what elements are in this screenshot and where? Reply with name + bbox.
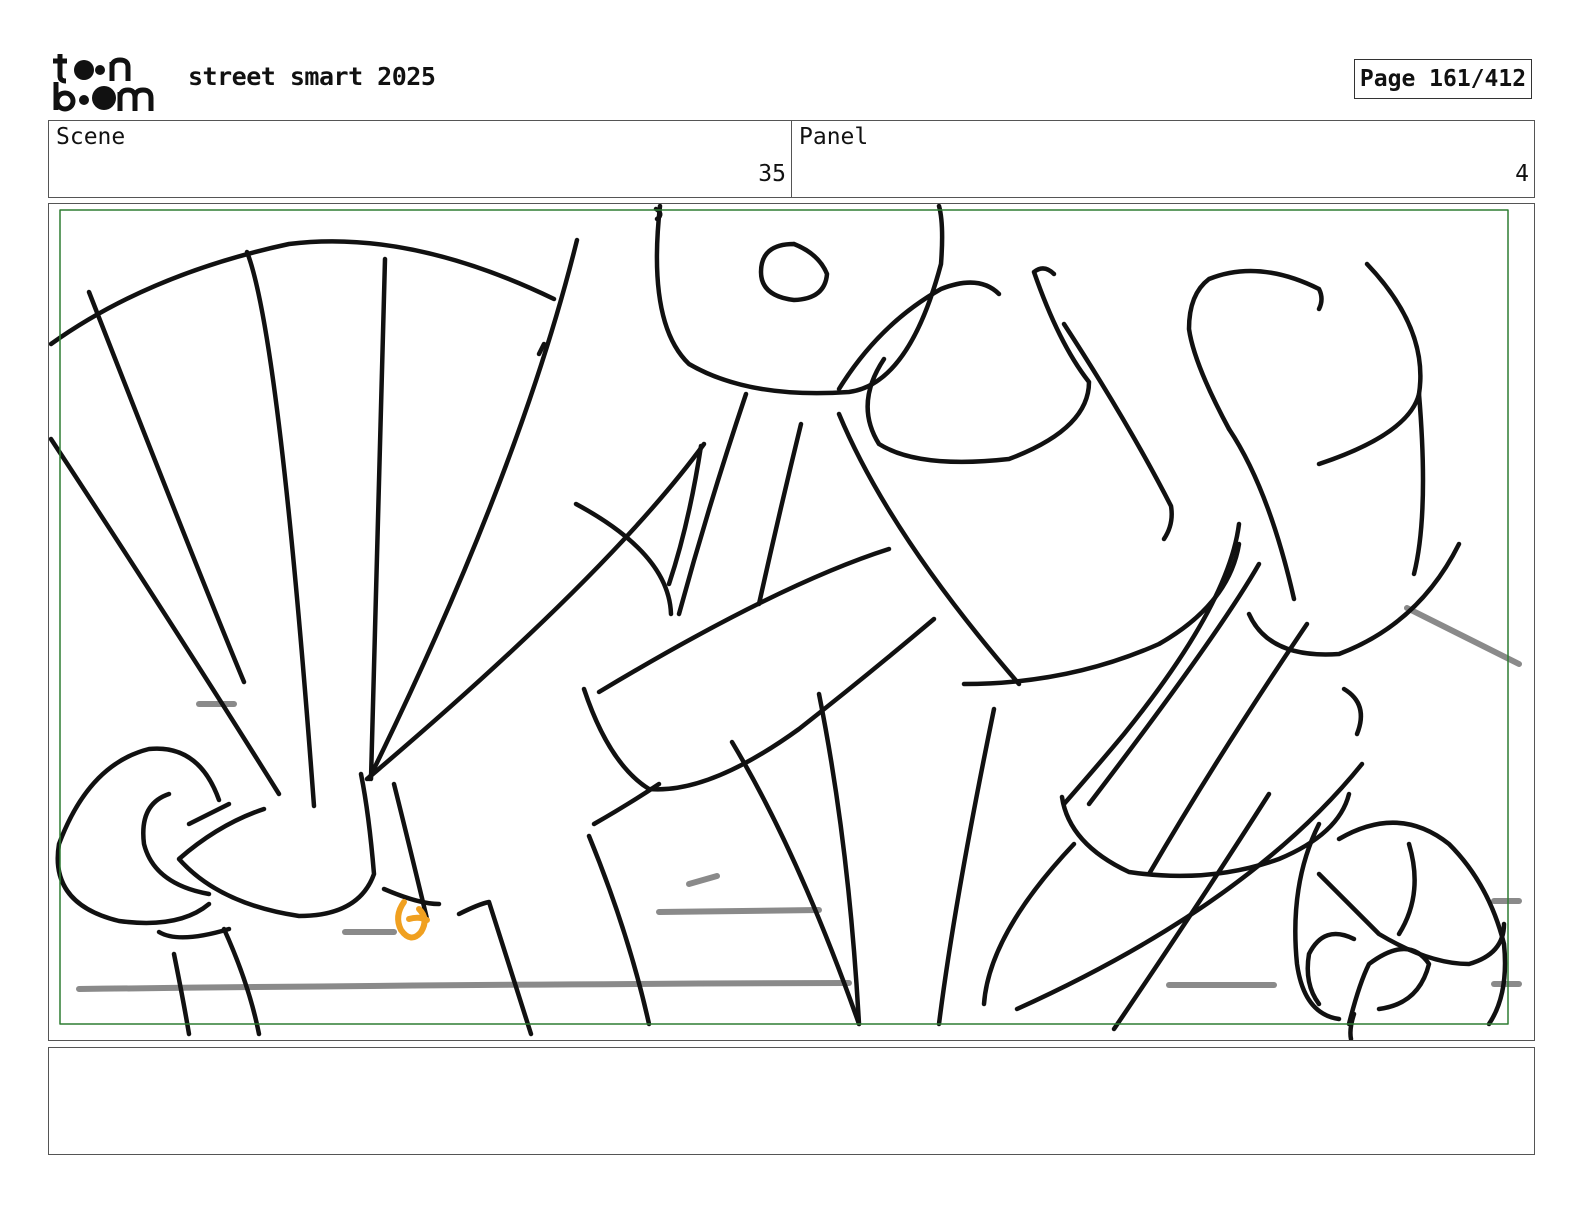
scene-panel-info: Scene 35 Panel 4 [48,120,1535,198]
scene-number: 35 [758,161,786,187]
panel-label: Panel [799,124,869,150]
project-title: street smart 2025 [188,62,436,91]
panel-sketch [49,204,1522,1040]
panel-notes[interactable] [48,1047,1535,1155]
page-counter: Page 161/412 [1354,59,1532,99]
storyboard-panel[interactable] [48,203,1535,1041]
scene-label: Scene [56,124,126,150]
panel-cell: Panel 4 [792,121,1534,197]
panel-number: 4 [1515,161,1529,187]
toonboom-logo [50,50,168,112]
scene-cell: Scene 35 [49,121,792,197]
